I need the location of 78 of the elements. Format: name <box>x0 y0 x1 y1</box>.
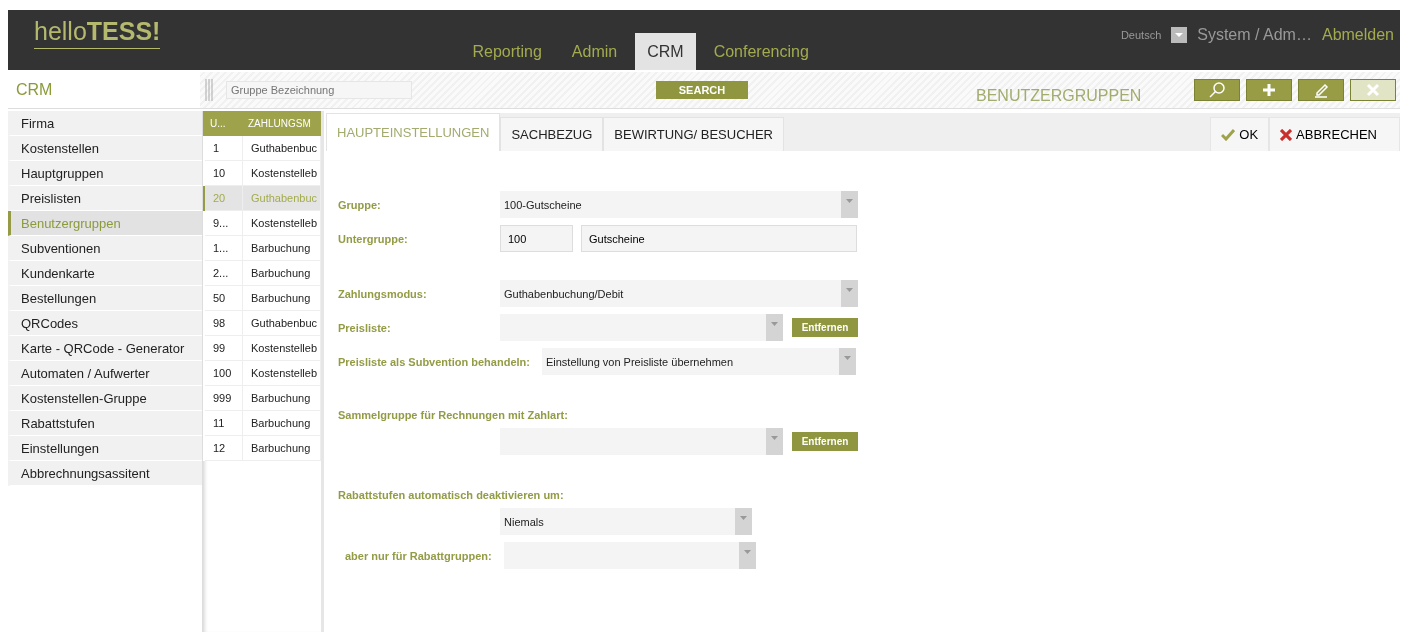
table-row[interactable]: 1 Guthabenbuc <box>203 136 321 161</box>
table-cell: Barbuchung <box>243 436 321 461</box>
table-row[interactable]: 10 Kostenstelleb <box>203 161 321 186</box>
close-icon <box>1364 81 1382 99</box>
field-label: Preisliste als Subvention behandeln: <box>338 355 530 368</box>
dropdown-field[interactable] <box>500 428 783 455</box>
logo: helloTESS! <box>34 17 161 49</box>
table-row[interactable]: 11 Barbuchung <box>203 411 321 436</box>
dropdown-caret-icon <box>766 314 783 341</box>
sidebar-item[interactable]: Einstellungen <box>8 436 202 461</box>
table-row[interactable]: 999 Barbuchung <box>203 386 321 411</box>
table-row[interactable]: 100 Kostenstelleb <box>203 361 321 386</box>
dropdown-caret-icon <box>841 280 858 307</box>
table-row[interactable]: 2... Barbuchung <box>203 261 321 286</box>
field-label: aber nur für Rabattgruppen: <box>344 549 492 562</box>
pencil-icon <box>1312 81 1330 99</box>
dropdown-icon[interactable] <box>1171 27 1188 43</box>
plus-icon <box>1260 81 1278 99</box>
ok-button[interactable]: OK <box>1210 117 1270 151</box>
sidebar-item[interactable]: Preislisten <box>8 186 202 211</box>
dropdown-caret-icon <box>738 542 756 569</box>
sidebar-item[interactable]: Rabattstufen <box>8 411 202 436</box>
language-label: Deutsch <box>1120 29 1162 41</box>
table-row[interactable]: 12 Barbuchung <box>203 436 321 461</box>
section-label: Rabattstufen automatisch deaktivieren um: <box>338 489 565 501</box>
field-label: Untergruppe: <box>338 232 409 245</box>
search-field[interactable]: Gruppe Bezeichnung <box>226 81 412 99</box>
dropdown-field[interactable]: 100-Gutscheine <box>500 191 858 218</box>
sidebar-item[interactable]: Kostenstellen <box>8 136 202 161</box>
field-label: Preisliste: <box>338 321 392 334</box>
checkmark-icon <box>1221 128 1236 141</box>
name-field[interactable]: Gutscheine <box>581 225 857 252</box>
nav-tab[interactable]: Admin <box>559 33 630 70</box>
dropdown-field[interactable]: Guthabenbuchung/Debit <box>500 280 858 307</box>
sidebar-item[interactable]: Hauptgruppen <box>8 161 202 186</box>
tab[interactable]: BEWIRTUNG/ BESUCHER <box>603 117 784 151</box>
sidebar-item[interactable]: QRCodes <box>8 311 202 336</box>
user-name[interactable]: System / Adm… <box>1197 26 1312 44</box>
dropdown-field[interactable]: Einstellung von Preisliste übernehmen <box>541 348 856 375</box>
tool-button[interactable] <box>1194 79 1240 101</box>
table-row[interactable]: 99 Kostenstelleb <box>203 336 321 361</box>
table-row[interactable]: 50 Barbuchung <box>203 286 321 311</box>
nav-tab[interactable]: Reporting <box>460 33 554 70</box>
table-row[interactable]: 9... Kostenstelleb <box>203 211 321 236</box>
grip-icon[interactable] <box>204 79 214 101</box>
logout-link[interactable]: Abmelden <box>1321 26 1394 44</box>
tool-button[interactable] <box>1246 79 1292 101</box>
sidebar-item[interactable]: Bestellungen <box>8 286 202 311</box>
field-label: Gruppe: <box>338 198 382 211</box>
dropdown-field[interactable] <box>503 542 756 569</box>
dropdown-caret-icon <box>841 191 858 218</box>
table-row[interactable]: 98 Guthabenbuc <box>203 311 321 336</box>
sidebar-item[interactable]: Firma <box>8 111 202 136</box>
sidebar-item[interactable]: Automaten / Aufwerter <box>8 361 202 386</box>
dropdown-caret-icon <box>735 508 752 535</box>
module-title: CRM <box>8 72 200 108</box>
table-row[interactable]: 1... Barbuchung <box>203 236 321 261</box>
close-icon <box>1280 128 1293 141</box>
section-label: Sammelgruppe für Rechnungen mit Zahlart: <box>338 409 569 421</box>
dropdown-caret-icon <box>838 348 856 375</box>
page-title: BENUTZERGRUPPEN <box>976 87 1142 105</box>
dropdown-field[interactable] <box>500 314 783 341</box>
sidebar-item[interactable]: Karte - QRCode - Generator <box>8 336 202 361</box>
sidebar-item[interactable]: Kostenstellen-Gruppe <box>8 386 202 411</box>
dropdown-field[interactable]: Niemals <box>500 508 752 535</box>
nav-tab[interactable]: CRM <box>635 33 696 70</box>
sidebar-item[interactable]: Abbrechnungsassitent <box>8 461 202 486</box>
nav-tab[interactable]: Conferencing <box>701 33 821 70</box>
field-label: Zahlungsmodus: <box>338 287 428 300</box>
sidebar-item[interactable]: Subventionen <box>8 236 202 261</box>
number-field[interactable]: 100 <box>500 225 573 252</box>
dropdown-caret-icon <box>766 428 783 455</box>
tool-button[interactable] <box>1298 79 1344 101</box>
tab[interactable]: SACHBEZUG <box>500 117 604 151</box>
table-cell: 12 <box>205 436 243 461</box>
sidebar-item[interactable]: Kundenkarte <box>8 261 202 286</box>
search-icon <box>1208 81 1226 99</box>
cancel-button[interactable]: ABBRECHEN <box>1269 117 1400 151</box>
